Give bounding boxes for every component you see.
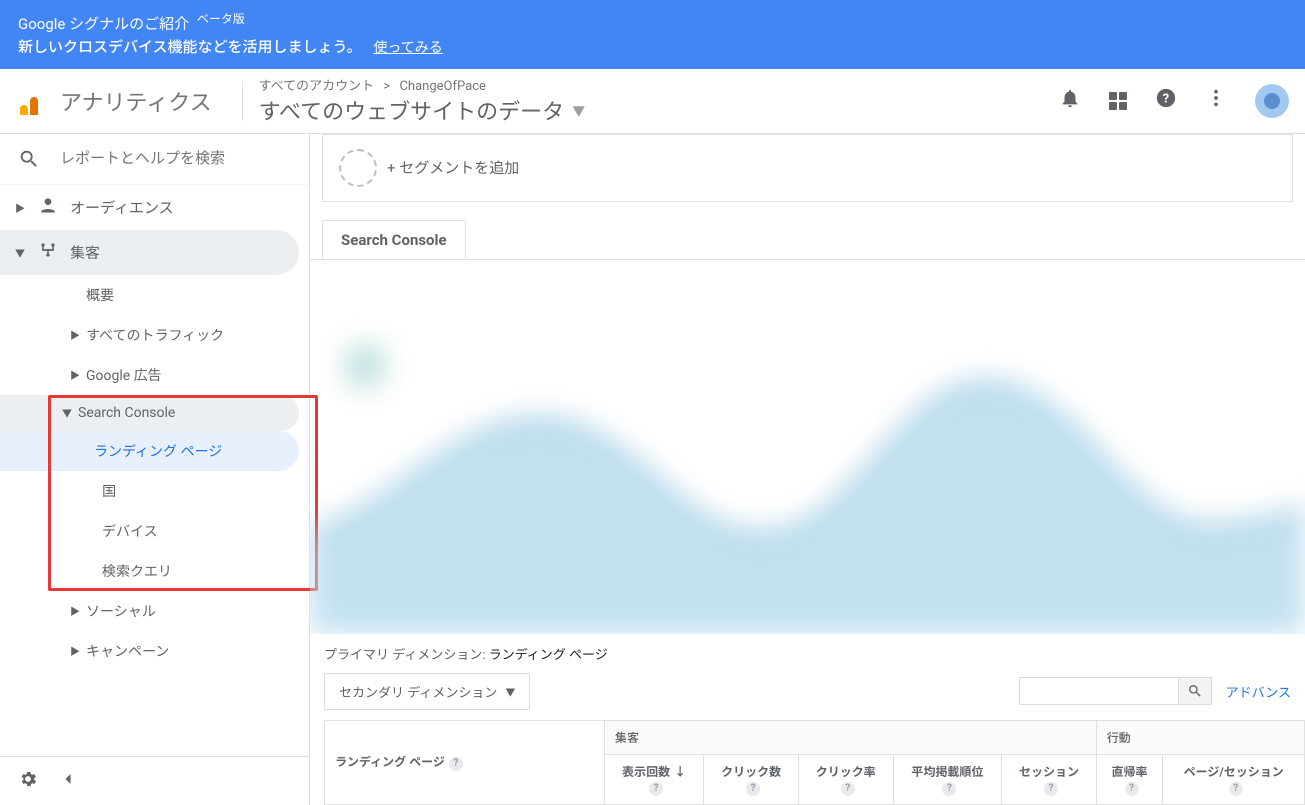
segment-selector[interactable]: + セグメントを追加 <box>322 134 1293 202</box>
sidebar-search[interactable] <box>0 134 309 185</box>
banner-subtitle: 新しいクロスデバイス機能などを活用しましょう。 <box>18 38 362 56</box>
help-icon[interactable]: ? <box>449 757 463 771</box>
chevron-right-icon: ▶ <box>70 603 80 618</box>
sc-item-countries[interactable]: 国 <box>94 471 309 511</box>
analytics-logo-icon <box>20 87 48 115</box>
search-input[interactable] <box>60 150 240 167</box>
col-clicks[interactable]: クリック数? <box>704 754 799 804</box>
chevron-right-icon: ▶ <box>70 327 80 342</box>
subnav-overview[interactable]: 概要 <box>78 275 309 315</box>
divider <box>242 81 243 121</box>
nav-label: 集客 <box>70 242 100 263</box>
main-content: + セグメントを追加 Search Console プライマリ ディメンション:… <box>310 134 1305 805</box>
sc-item-queries[interactable]: 検索クエリ <box>94 551 309 591</box>
admin-gear-icon[interactable] <box>18 769 38 793</box>
secondary-dimension-dropdown[interactable]: セカンダリ ディメンション ▼ <box>324 673 530 710</box>
subnav-all-traffic[interactable]: ▶すべてのトラフィック <box>78 315 309 355</box>
help-icon[interactable]: ? <box>942 782 956 796</box>
subnav-google-ads[interactable]: ▶Google 広告 <box>78 355 309 395</box>
col-avg-position[interactable]: 平均掲載順位? <box>893 754 1002 804</box>
chevron-down-icon: ▼ <box>14 245 26 260</box>
sc-item-devices[interactable]: デバイス <box>94 511 309 551</box>
chevron-right-icon: ▶ <box>70 367 80 382</box>
table-search-input[interactable] <box>1019 677 1179 705</box>
add-segment-label: + セグメントを追加 <box>387 157 519 178</box>
notifications-icon[interactable] <box>1059 87 1081 114</box>
account-avatar[interactable] <box>1255 84 1289 118</box>
app-header: アナリティクス すべてのアカウント > ChangeOfPace すべてのウェブ… <box>0 69 1305 134</box>
left-sidebar: ▶ オーディエンス ▼ 集客 概要 ▶すべてのトラフィック ▶Google 広告 <box>0 134 310 805</box>
acquisition-icon <box>36 240 60 265</box>
tab-search-console[interactable]: Search Console <box>322 220 466 259</box>
breadcrumb-project[interactable]: ChangeOfPace <box>399 79 485 94</box>
report-table: ランディング ページ? 集客 行動 表示回数↓? クリック数? クリック率? 平… <box>324 720 1305 805</box>
chart-area <box>310 259 1305 634</box>
help-icon[interactable]: ? <box>649 782 663 796</box>
primary-dimension-label: プライマリ ディメンション: <box>324 648 485 663</box>
col-impressions[interactable]: 表示回数↓? <box>605 754 704 804</box>
col-group-behavior: 行動 <box>1096 720 1304 754</box>
help-icon[interactable]: ? <box>1044 782 1058 796</box>
apps-grid-icon[interactable] <box>1109 92 1127 110</box>
col-bounce-rate[interactable]: 直帰率? <box>1096 754 1163 804</box>
add-segment-circle-icon <box>339 149 377 187</box>
banner-title: Google シグナルのご紹介 <box>18 15 189 33</box>
caret-down-icon[interactable]: ▼ <box>572 101 585 120</box>
primary-dimension-row: プライマリ ディメンション: ランディング ページ <box>324 644 1291 663</box>
person-icon <box>36 195 60 220</box>
svg-text:?: ? <box>1163 92 1169 107</box>
col-ctr[interactable]: クリック率? <box>798 754 893 804</box>
help-icon[interactable]: ? <box>841 782 855 796</box>
help-icon[interactable]: ? <box>1125 782 1139 796</box>
col-landing-page[interactable]: ランディング ページ? <box>325 720 605 804</box>
primary-dimension-value[interactable]: ランディング ページ <box>489 648 608 663</box>
nav-acquisition[interactable]: ▼ 集客 <box>0 230 299 275</box>
col-group-acquisition: 集客 <box>605 720 1097 754</box>
collapse-sidebar-icon[interactable] <box>58 769 78 793</box>
view-title[interactable]: すべてのウェブサイトのデータ <box>259 94 565 126</box>
more-vert-icon[interactable] <box>1205 87 1227 114</box>
table-search-button[interactable] <box>1179 677 1212 705</box>
nav-audience[interactable]: ▶ オーディエンス <box>0 185 309 230</box>
product-name: アナリティクス <box>60 85 212 117</box>
col-pages-per-session[interactable]: ページ/セッション? <box>1163 754 1305 804</box>
subnav-campaigns[interactable]: ▶キャンペーン <box>78 631 309 671</box>
advanced-filter-link[interactable]: アドバンス <box>1226 682 1291 701</box>
promo-banner: Google シグナルのご紹介 ベータ版 新しいクロスデバイス機能などを活用しま… <box>0 0 1305 69</box>
chevron-right-icon: ▶ <box>14 200 26 215</box>
subnav-search-console[interactable]: ▼Search Console <box>0 395 299 431</box>
breadcrumb-all-accounts[interactable]: すべてのアカウント <box>259 79 375 94</box>
nav-label: オーディエンス <box>70 197 174 218</box>
chevron-down-icon: ▼ <box>62 405 72 420</box>
breadcrumb[interactable]: すべてのアカウント > ChangeOfPace <box>259 75 586 94</box>
col-sessions[interactable]: セッション? <box>1002 754 1097 804</box>
chevron-right-icon: ▶ <box>70 643 80 658</box>
banner-cta-link[interactable]: 使ってみる <box>373 40 442 56</box>
help-icon[interactable]: ? <box>1155 87 1177 114</box>
sc-item-landing-pages[interactable]: ランディング ページ <box>0 431 299 471</box>
caret-down-icon: ▼ <box>505 684 515 699</box>
banner-beta-badge: ベータ版 <box>197 12 245 26</box>
subnav-social[interactable]: ▶ソーシャル <box>78 591 309 631</box>
help-icon[interactable]: ? <box>1229 782 1243 796</box>
sort-down-icon: ↓ <box>674 765 686 779</box>
help-icon[interactable]: ? <box>746 782 760 796</box>
